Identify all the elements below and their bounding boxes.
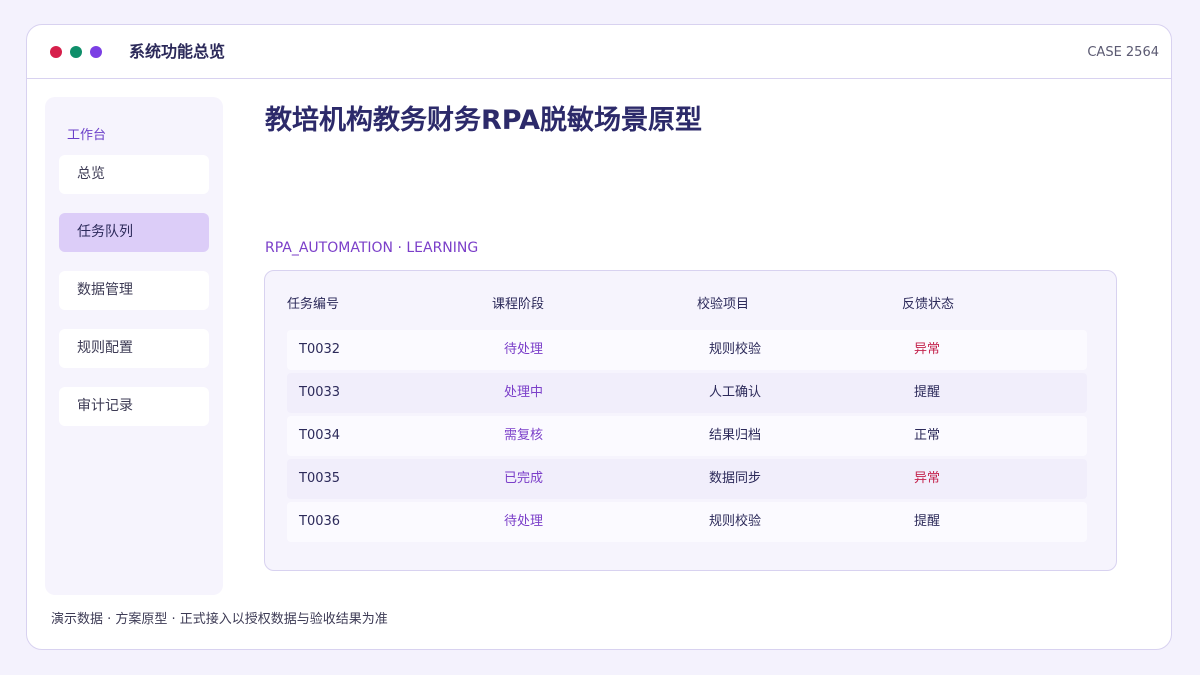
sidebar-item-audit-log[interactable]: 审计记录 [59, 387, 209, 426]
window-title: 系统功能总览 [129, 42, 226, 61]
table-row[interactable]: T0035 已完成 数据同步 异常 [287, 459, 1087, 499]
course-stage-cell: 已完成 [504, 471, 544, 486]
page-title: 教培机构教务财务RPA脱敏场景原型 [265, 105, 702, 136]
case-label: CASE 2564 [1087, 45, 1159, 60]
course-stage-cell: 处理中 [504, 385, 544, 400]
column-header-task-id[interactable]: 任务编号 [287, 296, 339, 314]
footer-note: 演示数据 · 方案原型 · 正式接入以授权数据与验收结果为准 [51, 612, 388, 627]
feedback-status-cell: 提醒 [914, 385, 941, 400]
table-row[interactable]: T0036 待处理 规则校验 提醒 [287, 502, 1087, 542]
check-item-cell: 规则校验 [709, 342, 762, 357]
section-label: RPA_AUTOMATION · LEARNING [265, 240, 479, 256]
sidebar-heading: 工作台 [67, 128, 107, 143]
close-window-dot[interactable] [50, 46, 62, 58]
feedback-status-cell: 正常 [914, 428, 941, 443]
feedback-status-cell: 提醒 [914, 514, 941, 529]
column-header-feedback-status[interactable]: 反馈状态 [902, 296, 954, 314]
task-id-cell: T0033 [299, 385, 341, 400]
feedback-status-cell: 异常 [914, 471, 941, 486]
check-item-cell: 数据同步 [709, 471, 762, 486]
check-item-cell: 人工确认 [709, 385, 762, 400]
course-stage-cell: 需复核 [504, 428, 544, 443]
column-header-check-item[interactable]: 校验项目 [697, 296, 749, 314]
table-row[interactable]: T0034 需复核 结果归档 正常 [287, 416, 1087, 456]
sidebar: 工作台 总览 任务队列 数据管理 规则配置 审计记录 [45, 97, 223, 595]
sidebar-item-rule-config[interactable]: 规则配置 [59, 329, 209, 368]
table-row[interactable]: T0032 待处理 规则校验 异常 [287, 330, 1087, 370]
task-id-cell: T0036 [299, 514, 341, 529]
feedback-status-cell: 异常 [914, 342, 941, 357]
task-id-cell: T0034 [299, 428, 341, 443]
check-item-cell: 结果归档 [709, 428, 762, 443]
title-bar: 系统功能总览 CASE 2564 [27, 25, 1171, 79]
column-header-course-stage[interactable]: 课程阶段 [492, 296, 544, 314]
app-window: 系统功能总览 CASE 2564 工作台 总览 任务队列 数据管理 规则配置 审… [26, 24, 1172, 650]
course-stage-cell: 待处理 [504, 342, 544, 357]
table-row[interactable]: T0033 处理中 人工确认 提醒 [287, 373, 1087, 413]
maximize-window-dot[interactable] [70, 46, 82, 58]
minimize-window-dot[interactable] [90, 46, 102, 58]
sidebar-item-data-management[interactable]: 数据管理 [59, 271, 209, 310]
sidebar-item-task-queue[interactable]: 任务队列 [59, 213, 209, 252]
sidebar-item-overview[interactable]: 总览 [59, 155, 209, 194]
check-item-cell: 规则校验 [709, 514, 762, 529]
task-id-cell: T0035 [299, 471, 341, 486]
task-table: 任务编号 课程阶段 校验项目 反馈状态 T0032 待处理 规则校验 异常 T0… [264, 270, 1117, 571]
task-id-cell: T0032 [299, 342, 341, 357]
course-stage-cell: 待处理 [504, 514, 544, 529]
